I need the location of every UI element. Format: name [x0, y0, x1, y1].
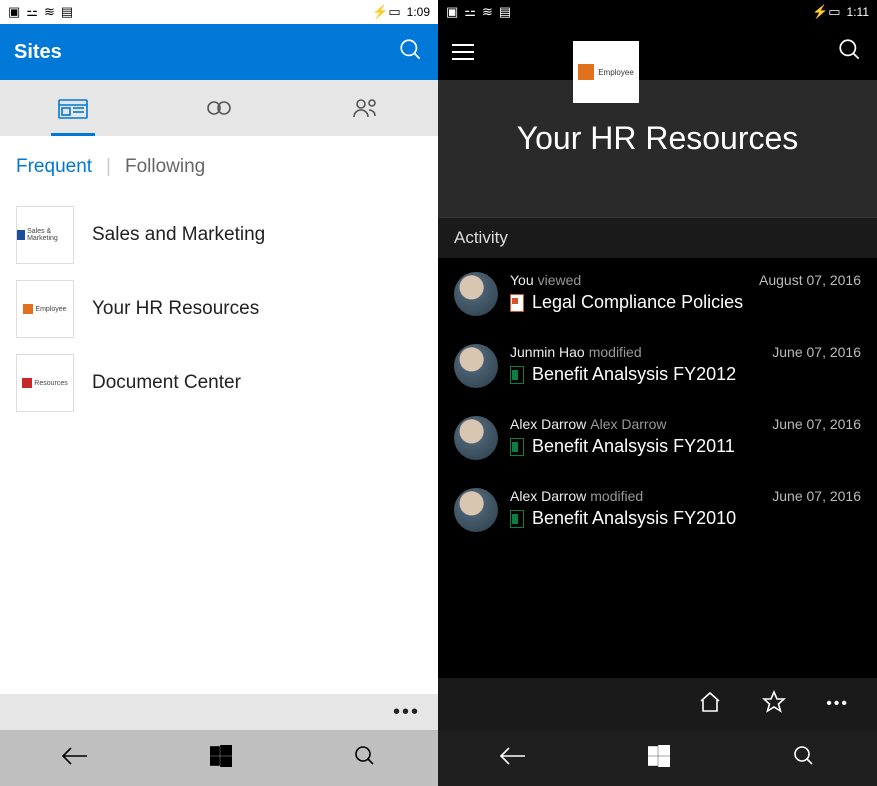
activity-verb: modified	[589, 344, 642, 360]
app-header: Sites	[0, 24, 438, 80]
activity-verb: modified	[590, 488, 643, 504]
wifi-icon: ⚍	[464, 4, 476, 20]
excel-icon	[510, 366, 524, 384]
tab-links[interactable]	[189, 80, 249, 136]
filter-row: Frequent | Following	[0, 136, 438, 198]
wifi-icon: ⚍	[26, 4, 38, 20]
tab-sites[interactable]	[43, 80, 103, 136]
activity-actor: Alex Darrow	[510, 416, 586, 432]
doc-title: Legal Compliance Policies	[532, 292, 743, 313]
status-bar: ▣ ⚍ ≋ ▤ ⚡▭ 1:11	[438, 0, 877, 24]
activity-actor: Junmin Hao	[510, 344, 585, 360]
more-icon[interactable]: •••	[826, 695, 849, 713]
filter-frequent[interactable]: Frequent	[16, 156, 92, 178]
site-item-doc[interactable]: Resources Document Center	[0, 346, 438, 420]
site-item-sales[interactable]: Sales & Marketing Sales and Marketing	[0, 198, 438, 272]
clock: 1:09	[407, 5, 430, 19]
filter-separator: |	[106, 156, 111, 178]
page-title: Sites	[14, 41, 62, 64]
sharepoint-sites-screen: ▣ ⚍ ≋ ▤ ⚡▭ 1:09 Sites Frequent | Followi…	[0, 0, 438, 786]
site-item-hr[interactable]: Employee Your HR Resources	[0, 272, 438, 346]
site-detail-screen: ▣ ⚍ ≋ ▤ ⚡▭ 1:11 Employee Your HR Resourc…	[438, 0, 877, 786]
tab-people[interactable]	[335, 80, 395, 136]
site-logo: Employee	[573, 41, 639, 103]
activity-verb: viewed	[538, 272, 582, 288]
activity-actor: You	[510, 272, 534, 288]
activity-date: June 07, 2016	[772, 488, 861, 504]
app-header: Employee	[438, 24, 877, 80]
system-navbar	[0, 730, 438, 786]
activity-list: Youviewed August 07, 2016 Legal Complianc…	[438, 258, 877, 678]
avatar	[454, 272, 498, 316]
signal-icon: ≋	[482, 4, 493, 20]
back-button[interactable]	[499, 746, 527, 771]
hamburger-menu[interactable]	[452, 44, 474, 60]
search-button[interactable]	[792, 744, 816, 773]
star-icon[interactable]	[762, 690, 786, 719]
search-button[interactable]	[353, 744, 377, 773]
search-button[interactable]	[398, 37, 424, 68]
avatar	[454, 488, 498, 532]
home-button[interactable]	[648, 745, 670, 772]
home-button[interactable]	[210, 745, 232, 772]
doc-title: Benefit Analsysis FY2010	[532, 508, 736, 529]
search-button[interactable]	[837, 37, 863, 68]
tab-bar	[0, 80, 438, 136]
activity-date: June 07, 2016	[772, 416, 861, 432]
site-thumb: Sales & Marketing	[16, 206, 74, 264]
system-navbar	[438, 730, 877, 786]
signal-icon: ≋	[44, 4, 55, 20]
doc-title: Benefit Analsysis FY2012	[532, 364, 736, 385]
site-list: Sales & Marketing Sales and Marketing Em…	[0, 198, 438, 694]
site-title: Your HR Resources	[438, 80, 877, 217]
activity-actor: Alex Darrow	[510, 488, 586, 504]
powerpoint-icon	[510, 294, 524, 312]
doc-title: Benefit Analsysis FY2011	[532, 436, 735, 457]
message-icon: ▤	[61, 4, 73, 20]
excel-icon	[510, 510, 524, 528]
clock: 1:11	[847, 5, 869, 19]
filter-following[interactable]: Following	[125, 156, 205, 178]
action-bar: •••	[438, 678, 877, 730]
battery-icon: ⚡▭	[812, 4, 840, 20]
avatar	[454, 416, 498, 460]
activity-date: June 07, 2016	[772, 344, 861, 360]
site-name: Sales and Marketing	[92, 224, 265, 246]
activity-item[interactable]: Alex DarrowAlex Darrow June 07, 2016 Bene…	[438, 402, 877, 474]
activity-item[interactable]: Junmin Haomodified June 07, 2016 Benefit …	[438, 330, 877, 402]
more-button[interactable]: •••	[0, 694, 438, 730]
activity-item[interactable]: Alex Darrowmodified June 07, 2016 Benefit…	[438, 474, 877, 546]
activity-item[interactable]: Youviewed August 07, 2016 Legal Complianc…	[438, 258, 877, 330]
back-button[interactable]	[61, 746, 89, 771]
avatar	[454, 344, 498, 388]
status-bar: ▣ ⚍ ≋ ▤ ⚡▭ 1:09	[0, 0, 438, 24]
message-icon: ▤	[499, 4, 511, 20]
section-activity-label: Activity	[438, 217, 877, 258]
site-name: Document Center	[92, 372, 241, 394]
site-thumb: Resources	[16, 354, 74, 412]
sim-icon: ▣	[8, 4, 20, 20]
excel-icon	[510, 438, 524, 456]
battery-icon: ⚡▭	[372, 4, 400, 20]
site-thumb: Employee	[16, 280, 74, 338]
activity-verb: Alex Darrow	[590, 416, 666, 432]
sim-icon: ▣	[446, 4, 458, 20]
home-icon[interactable]	[698, 690, 722, 719]
activity-date: August 07, 2016	[759, 272, 861, 288]
site-name: Your HR Resources	[92, 298, 259, 320]
